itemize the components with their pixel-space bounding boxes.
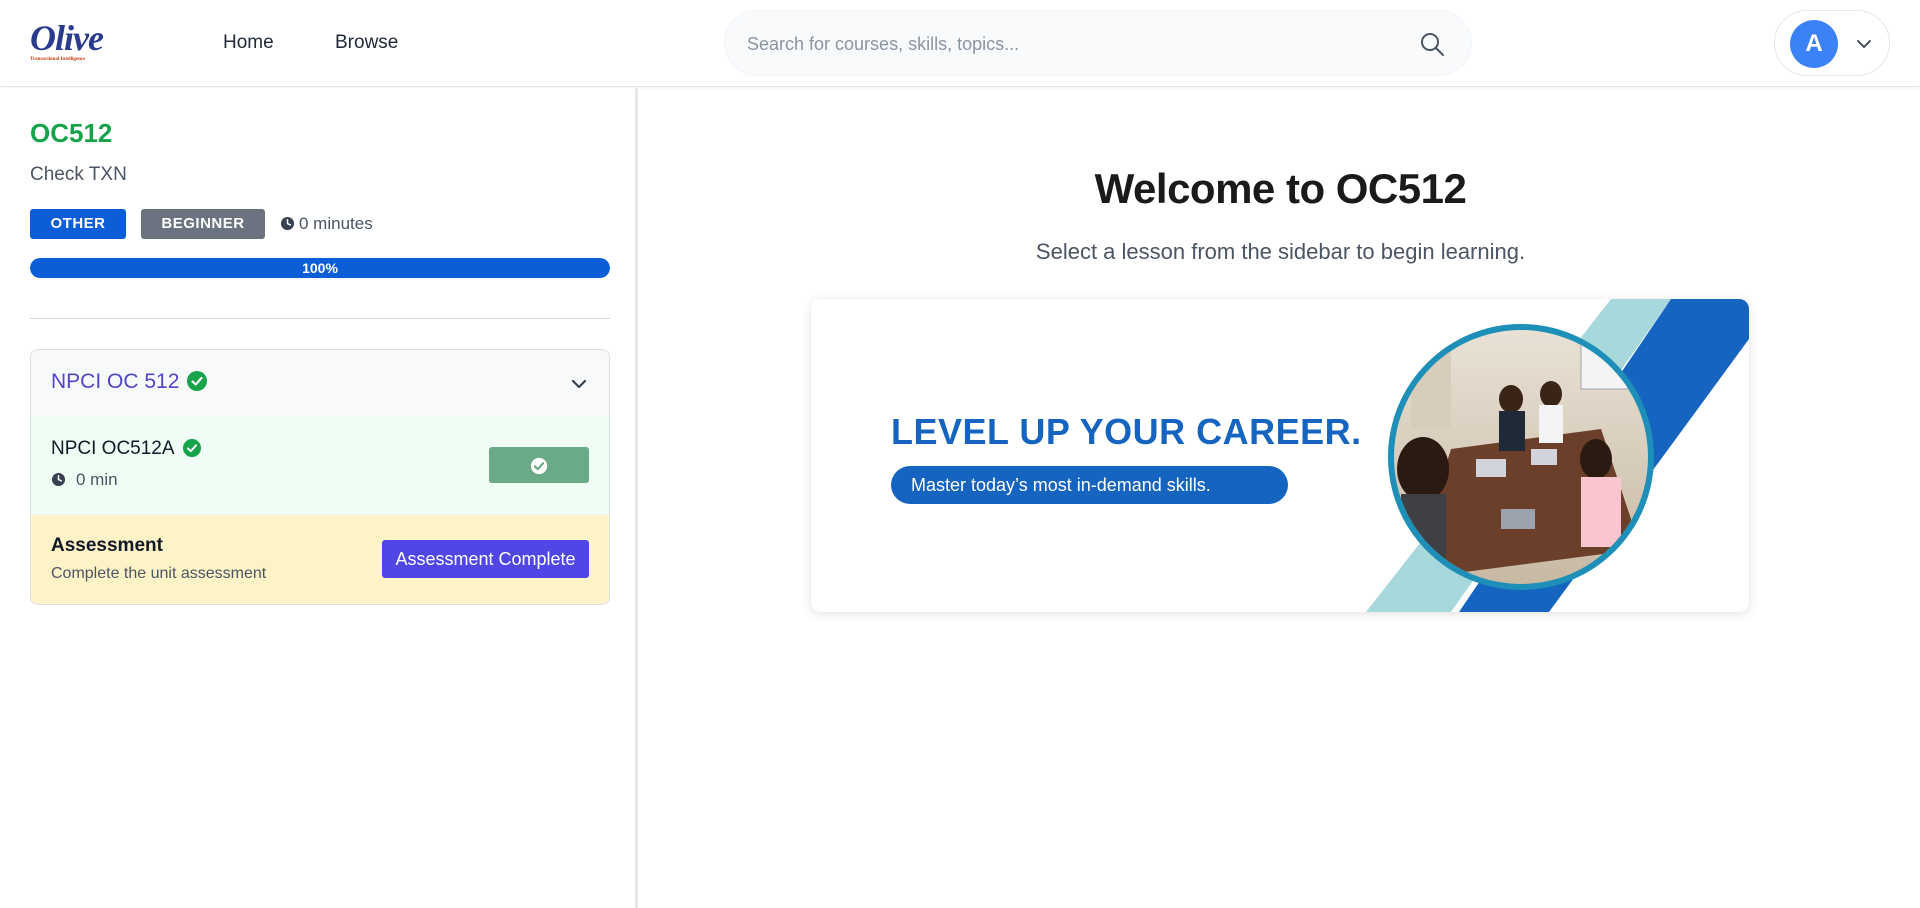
nav-browse-link[interactable]: Browse	[335, 32, 398, 54]
course-duration: 0 minutes	[280, 214, 373, 234]
duration-text: 0 minutes	[299, 214, 373, 233]
lesson-completed-button[interactable]	[489, 447, 589, 483]
unit-title-text: NPCI OC 512	[51, 370, 180, 393]
unit-header[interactable]: NPCI OC 512	[31, 350, 609, 416]
logo-subtitle: Transactional Intelligence	[30, 57, 86, 62]
check-circle-icon	[530, 457, 548, 475]
check-circle-icon	[187, 371, 208, 391]
lesson-item[interactable]: NPCI OC512A 0 min	[31, 416, 609, 515]
banner-tagline: Master today’s most in-demand skills.	[891, 466, 1288, 504]
category-badge: OTHER	[30, 209, 126, 239]
check-circle-icon	[182, 439, 201, 457]
lesson-title: NPCI OC512A	[51, 438, 201, 460]
assessment-description: Complete the unit assessment	[51, 565, 267, 582]
clock-icon	[51, 472, 66, 487]
welcome-subtitle: Select a lesson from the sidebar to begi…	[1035, 239, 1526, 264]
lesson-duration-text: 0 min	[76, 470, 118, 489]
course-subtitle: Check TXN	[30, 164, 127, 185]
nav-home-link[interactable]: Home	[223, 32, 274, 54]
unit-title: NPCI OC 512	[51, 370, 208, 394]
user-menu-button[interactable]: A	[1774, 10, 1890, 76]
avatar: A	[1790, 20, 1838, 68]
search-input[interactable]	[747, 29, 1387, 59]
lesson-title-text: NPCI OC512A	[51, 438, 175, 459]
course-sidebar: OC512 Check TXN OTHER BEGINNER 0 minutes…	[0, 88, 638, 908]
assessment-item: Assessment Complete the unit assessment …	[31, 515, 609, 604]
chevron-down-icon	[1857, 40, 1871, 48]
career-banner: LEVEL UP YOUR CAREER. Master today’s mos…	[811, 299, 1749, 612]
assessment-complete-button[interactable]: Assessment Complete	[382, 540, 589, 578]
top-header: Olive Transactional Intelligence Home Br…	[0, 0, 1920, 87]
progress-label: 100%	[302, 260, 338, 276]
banner-headline: LEVEL UP YOUR CAREER.	[891, 411, 1362, 452]
lesson-duration: 0 min	[51, 470, 118, 490]
level-badge: BEGINNER	[141, 209, 265, 239]
assessment-title: Assessment	[51, 535, 163, 556]
clock-icon	[280, 216, 295, 231]
course-progress-bar: 100%	[30, 258, 610, 278]
unit-panel: NPCI OC 512 NPCI OC512A 0 min Assessment…	[30, 349, 610, 605]
welcome-title: Welcome to OC512	[1094, 165, 1467, 212]
search-icon[interactable]	[1419, 31, 1445, 57]
chevron-down-icon[interactable]	[569, 374, 589, 394]
logo-wordmark: Olive	[30, 18, 104, 58]
search-bar	[724, 10, 1472, 76]
banner-artwork	[1366, 299, 1749, 612]
olive-logo[interactable]: Olive Transactional Intelligence	[30, 20, 126, 64]
course-code: OC512	[30, 118, 113, 148]
divider	[30, 318, 610, 319]
